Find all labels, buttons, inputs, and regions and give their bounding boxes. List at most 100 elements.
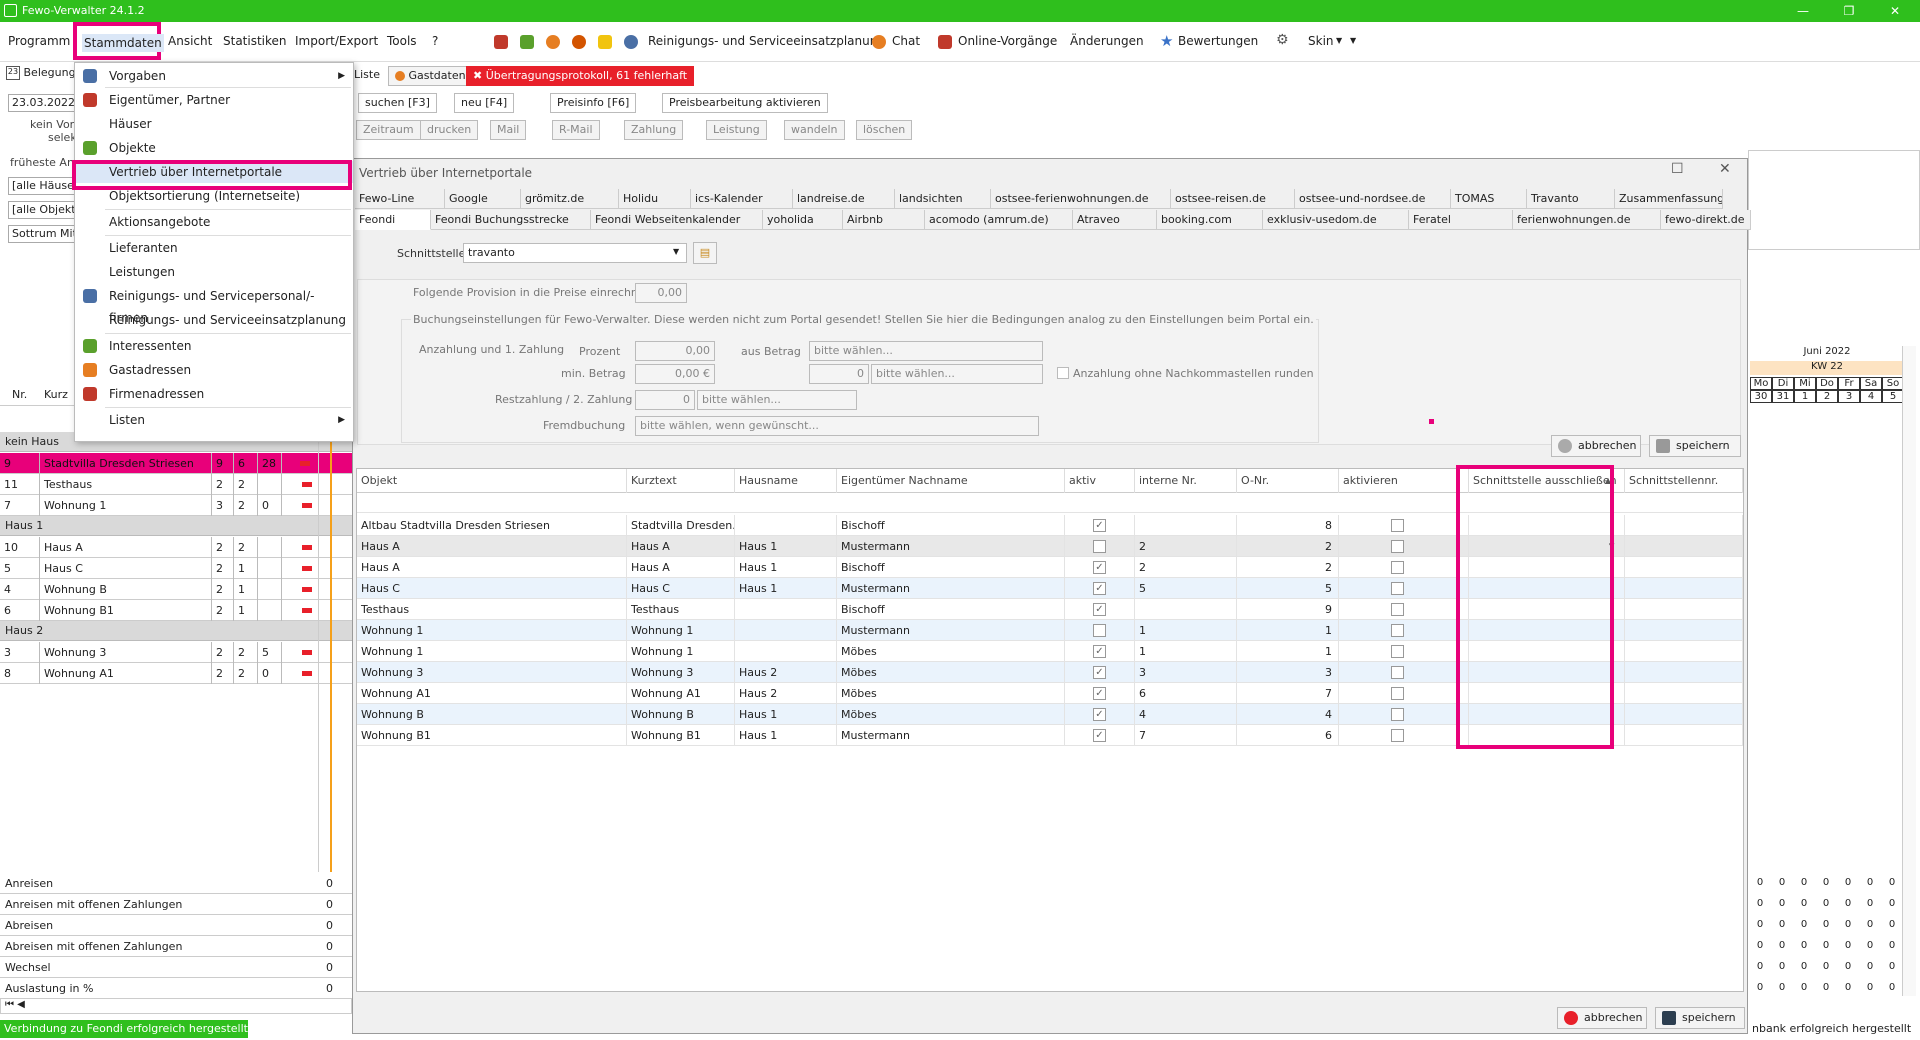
round-checkbox[interactable]: [1057, 367, 1069, 379]
grid-col-header[interactable]: aktiv: [1065, 469, 1135, 493]
menu-item-2[interactable]: Häuser: [75, 113, 353, 135]
portal-tab[interactable]: Fewo-Line: [355, 189, 445, 209]
portal-tab[interactable]: ostsee-reisen.de: [1171, 189, 1295, 209]
delete-button[interactable]: löschen: [856, 120, 913, 140]
schnittstelle-select[interactable]: travanto: [463, 243, 687, 263]
aktivieren-checkbox[interactable]: [1391, 666, 1404, 679]
edit-interface-icon[interactable]: ▤: [693, 242, 717, 264]
dialog-cancel-button[interactable]: abbrechen: [1557, 1007, 1647, 1029]
portal-tab[interactable]: Feondi Webseitenkalender: [591, 210, 763, 230]
mail-button[interactable]: Mail: [490, 120, 527, 140]
calendar-scrollbar[interactable]: [1902, 346, 1916, 996]
aktiv-checkbox[interactable]: ✓: [1093, 519, 1106, 532]
portal-tab[interactable]: exklusiv-usedom.de: [1263, 210, 1409, 230]
menu-statistiken[interactable]: Statistiken: [223, 34, 287, 48]
portal-tab[interactable]: ostsee-ferienwohnungen.de: [991, 189, 1171, 209]
grid-col-header[interactable]: Schnittstellennr.: [1625, 469, 1743, 493]
convert-button[interactable]: wandeln: [784, 120, 845, 140]
ribbon-chat[interactable]: Chat: [892, 34, 920, 48]
menu-item-0[interactable]: Vorgaben ▶: [75, 65, 353, 87]
bank-icon[interactable]: [494, 35, 508, 49]
portal-tab[interactable]: Feondi: [355, 210, 431, 230]
menu-item-8[interactable]: Leistungen: [75, 261, 353, 283]
ribbon-skin[interactable]: Skin: [1308, 34, 1334, 48]
aktiv-checkbox[interactable]: ✓: [1093, 603, 1106, 616]
object-row[interactable]: 10 Haus A22: [0, 537, 352, 558]
aktivieren-checkbox[interactable]: [1391, 624, 1404, 637]
menu-ansicht[interactable]: Ansicht: [168, 34, 212, 48]
grid-col-header[interactable]: Objekt: [357, 469, 627, 493]
menu-item-9[interactable]: Reinigungs- und Servicepersonal/-firmen: [75, 285, 353, 325]
menu-item-10[interactable]: Reinigungs- und Serviceeinsatzplanung: [75, 309, 353, 331]
new-button[interactable]: neu [F4]: [454, 93, 515, 113]
print-button[interactable]: drucken: [420, 120, 479, 140]
chevron-down-icon[interactable]: ▼: [1350, 36, 1356, 45]
aktivieren-checkbox[interactable]: [1391, 582, 1404, 595]
portal-tab[interactable]: Airbnb: [843, 210, 925, 230]
clipboard-icon[interactable]: [598, 35, 612, 49]
house-filter[interactable]: [alle Häuser]: [8, 177, 76, 195]
aktivieren-checkbox[interactable]: [1391, 603, 1404, 616]
menu-item-6[interactable]: Aktionsangebote: [75, 211, 353, 233]
grid-col-header[interactable]: Eigentümer Nachname: [837, 469, 1065, 493]
portal-tab[interactable]: Google: [445, 189, 521, 209]
min-betrag-select[interactable]: bitte wählen...: [871, 364, 1043, 384]
portal-tab[interactable]: landreise.de: [793, 189, 895, 209]
col-kurz[interactable]: Kurz: [44, 388, 68, 401]
portal-tab[interactable]: yoholida: [763, 210, 843, 230]
portal-tab[interactable]: Feondi Buchungsstrecke: [431, 210, 591, 230]
object-row[interactable]: 7 Wohnung 1320: [0, 495, 352, 516]
aktiv-checkbox[interactable]: ✓: [1093, 729, 1106, 742]
portal-tab[interactable]: Holidu: [619, 189, 691, 209]
person-icon[interactable]: [572, 35, 586, 49]
aktivieren-checkbox[interactable]: [1391, 561, 1404, 574]
tab-liste[interactable]: Liste: [354, 66, 380, 86]
fremdbuchung-select[interactable]: bitte wählen, wenn gewünscht...: [635, 416, 1039, 436]
search-button[interactable]: suchen [F3]: [358, 93, 437, 113]
menu-item-12[interactable]: Gastadressen: [75, 359, 353, 381]
rmail-button[interactable]: R-Mail: [552, 120, 600, 140]
aktiv-checkbox[interactable]: ✓: [1093, 582, 1106, 595]
portal-tab[interactable]: grömitz.de: [521, 189, 619, 209]
zeitraum-button[interactable]: Zeitraum: [356, 120, 421, 140]
grid-col-header[interactable]: Kurztext: [627, 469, 735, 493]
calendar-date[interactable]: 3: [1838, 390, 1860, 403]
maximize-button[interactable]: ❐: [1834, 2, 1864, 20]
menu-item-14[interactable]: Listen ▶: [75, 409, 353, 431]
dialog-save-button[interactable]: speichern: [1655, 1007, 1745, 1029]
menu-help[interactable]: ?: [432, 34, 438, 48]
gear-icon[interactable]: ⚙: [1276, 32, 1289, 48]
aktiv-checkbox[interactable]: ✓: [1093, 645, 1106, 658]
ribbon-changes[interactable]: Änderungen: [1070, 34, 1144, 48]
min-betrag-count[interactable]: 0: [809, 364, 869, 384]
calendar-date[interactable]: 2: [1816, 390, 1838, 403]
object-row[interactable]: 9 Stadtvilla Dresden Striesen 9 6 28: [0, 453, 352, 474]
portal-tab[interactable]: Zusammenfassung: [1615, 189, 1723, 209]
menu-stammdaten[interactable]: Stammdaten: [82, 34, 164, 52]
aktiv-checkbox[interactable]: ✓: [1093, 666, 1106, 679]
aktiv-checkbox[interactable]: ✓: [1093, 687, 1106, 700]
location-filter[interactable]: Sottrum Mitte: [8, 225, 76, 243]
object-row[interactable]: 6 Wohnung B1 2 1: [0, 600, 352, 621]
menu-item-7[interactable]: Lieferanten: [75, 237, 353, 259]
dialog-maximize-button[interactable]: ☐: [1671, 161, 1684, 177]
object-row[interactable]: 11 Testhaus 2 2: [0, 474, 352, 495]
portal-tab[interactable]: booking.com: [1157, 210, 1263, 230]
service-button[interactable]: Leistung: [706, 120, 767, 140]
aktivieren-checkbox[interactable]: [1391, 729, 1404, 742]
portal-tab[interactable]: landsichten: [895, 189, 991, 209]
aktiv-checkbox[interactable]: [1093, 540, 1106, 553]
aktivieren-checkbox[interactable]: [1391, 519, 1404, 532]
grid-col-header[interactable]: Hausname: [735, 469, 837, 493]
min-betrag-input[interactable]: 0,00 €: [635, 364, 715, 384]
tab-gastdaten[interactable]: Gastdaten: [388, 66, 473, 86]
menu-item-11[interactable]: Interessenten: [75, 335, 353, 357]
restzahlung-select[interactable]: bitte wählen...: [697, 390, 857, 410]
tab-protokoll[interactable]: ✖ Übertragungsprotokoll, 61 fehlerhaft: [466, 66, 695, 86]
calendar-date[interactable]: 30: [1750, 390, 1772, 403]
portal-tab[interactable]: Atraveo: [1073, 210, 1157, 230]
col-nr[interactable]: Nr.: [12, 388, 27, 401]
settings-save-button[interactable]: speichern: [1649, 435, 1741, 457]
home-icon[interactable]: [520, 35, 534, 49]
object-filter[interactable]: [alle Objekte]: [8, 201, 76, 219]
